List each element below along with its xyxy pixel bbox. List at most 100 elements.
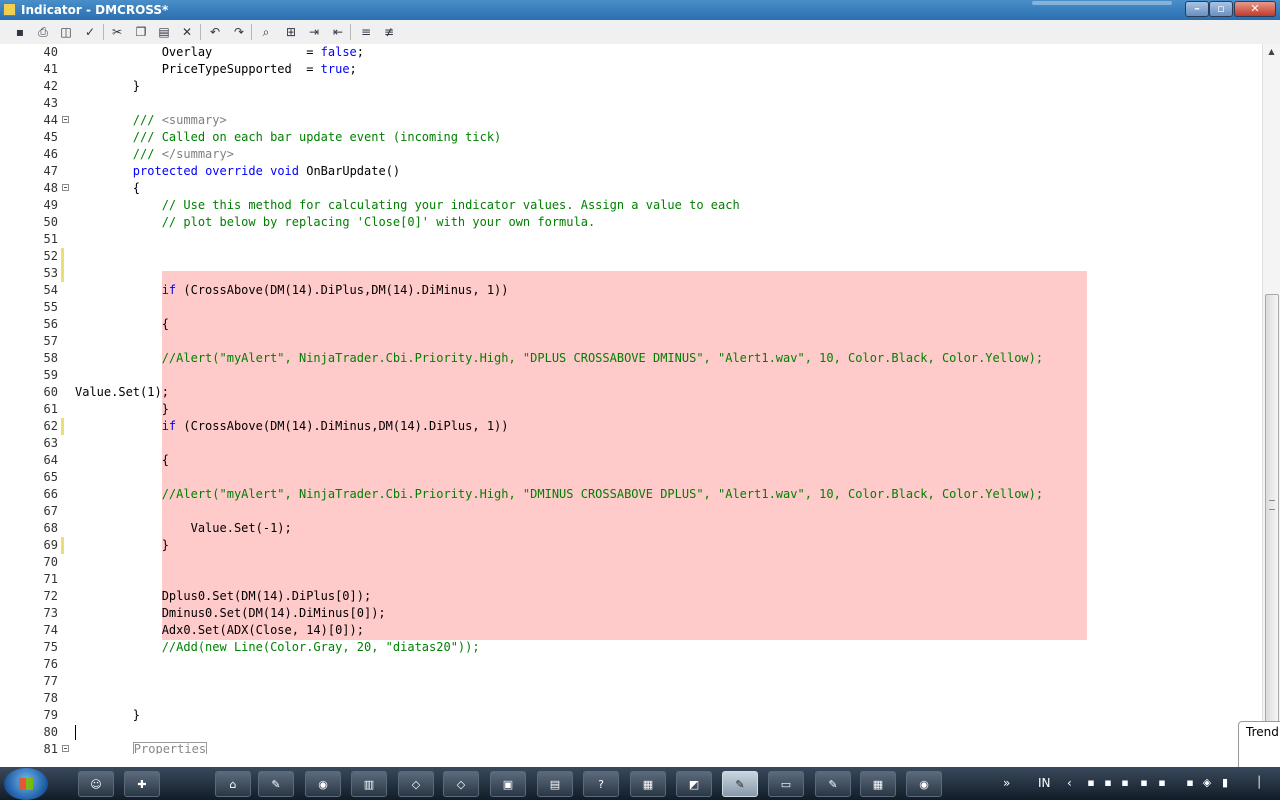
code-line[interactable]: 67 [0, 503, 1262, 520]
taskbar-item-13[interactable]: ◩ [676, 771, 712, 797]
close-button[interactable]: ✕ [1234, 1, 1276, 17]
minimize-button[interactable]: – [1185, 1, 1209, 17]
code-line[interactable]: 45 /// Called on each bar update event (… [0, 129, 1262, 146]
taskbar-item-15[interactable]: ▭ [768, 771, 804, 797]
code-line[interactable]: 55 [0, 299, 1262, 316]
taskbar-item-2[interactable]: ✚ [124, 771, 160, 797]
code-line[interactable]: 77 [0, 673, 1262, 690]
taskbar-item-3[interactable]: ⌂ [215, 771, 251, 797]
delete-icon[interactable]: ✕ [179, 24, 195, 40]
tray-icon-5[interactable]: ▪ [1155, 776, 1169, 790]
uncomment-icon[interactable]: ≢ [381, 24, 397, 40]
code-line[interactable]: 41 PriceTypeSupported = true; [0, 61, 1262, 78]
taskbar-item-16[interactable]: ✎ [815, 771, 851, 797]
code-line[interactable]: 70 [0, 554, 1262, 571]
tray-icon-1[interactable]: ▪ [1084, 776, 1098, 790]
taskbar-item-12[interactable]: ▦ [630, 771, 666, 797]
vertical-scrollbar[interactable]: ▲ ▼ [1262, 44, 1280, 754]
code-line[interactable]: 69 } [0, 537, 1262, 554]
code-line[interactable]: 81 Properties [0, 741, 1262, 754]
replace-icon[interactable]: ⊞ [283, 24, 299, 40]
comment-icon[interactable]: ≡ [358, 24, 374, 40]
code-line[interactable]: 75 //Add(new Line(Color.Gray, 20, "diata… [0, 639, 1262, 656]
taskbar-item-1[interactable]: ☺ [78, 771, 114, 797]
code-line[interactable]: 53 [0, 265, 1262, 282]
volume-icon[interactable]: ◈ [1200, 776, 1214, 790]
redo-icon[interactable]: ↷ [231, 24, 247, 40]
fold-toggle-icon[interactable] [62, 745, 69, 752]
find-icon[interactable]: ⌕ [258, 24, 274, 40]
code-line[interactable]: 44 /// <summary> [0, 112, 1262, 129]
print-icon[interactable]: ⎙ [35, 24, 51, 40]
code-line[interactable]: 64 { [0, 452, 1262, 469]
code-line[interactable]: 63 [0, 435, 1262, 452]
taskbar-item-4[interactable]: ✎ [258, 771, 294, 797]
code-line[interactable]: 76 [0, 656, 1262, 673]
tray-expand-icon[interactable]: ‹ [1067, 776, 1072, 790]
code-line[interactable]: 47 protected override void OnBarUpdate() [0, 163, 1262, 180]
undo-icon[interactable]: ↶ [207, 24, 223, 40]
code-line[interactable]: 61 } [0, 401, 1262, 418]
code-line[interactable]: 48 { [0, 180, 1262, 197]
trend-panel-tab[interactable]: Trend [1238, 721, 1280, 769]
tray-icon-3[interactable]: ▪ [1118, 776, 1132, 790]
taskbar-item-6[interactable]: ▥ [351, 771, 387, 797]
code-line[interactable]: 60 Value.Set(1); [0, 384, 1262, 401]
save-icon[interactable]: ▪ [12, 24, 28, 40]
code-line[interactable]: 72 Dplus0.Set(DM(14).DiPlus[0]); [0, 588, 1262, 605]
taskbar-item-10[interactable]: ▤ [537, 771, 573, 797]
code-line[interactable]: 74 Adx0.Set(ADX(Close, 14)[0]); [0, 622, 1262, 639]
language-indicator[interactable]: IN [1038, 776, 1051, 790]
fold-toggle-icon[interactable] [62, 184, 69, 191]
code-line[interactable]: 59 [0, 367, 1262, 384]
code-line[interactable]: 42 } [0, 78, 1262, 95]
code-line[interactable]: 40 Overlay = false; [0, 44, 1262, 61]
scroll-up-arrow-icon[interactable]: ▲ [1263, 44, 1280, 60]
code-line[interactable]: 73 Dminus0.Set(DM(14).DiMinus[0]); [0, 605, 1262, 622]
taskbar-item-17[interactable]: ▦ [860, 771, 896, 797]
taskbar-item-9[interactable]: ▣ [490, 771, 526, 797]
tray-icon-2[interactable]: ▪ [1101, 776, 1115, 790]
code-line[interactable]: 54 if (CrossAbove(DM(14).DiPlus,DM(14).D… [0, 282, 1262, 299]
taskbar-item-firefox-1[interactable]: ◉ [305, 771, 341, 797]
cut-icon[interactable]: ✂ [109, 24, 125, 40]
code-line[interactable]: 56 { [0, 316, 1262, 333]
code-line[interactable]: 68 Value.Set(-1); [0, 520, 1262, 537]
tray-icon-4[interactable]: ▪ [1137, 776, 1151, 790]
taskbar-item-indicator[interactable]: ✎ [722, 771, 758, 797]
scrollbar-thumb[interactable] [1265, 294, 1279, 726]
code-line[interactable]: 58 //Alert("myAlert", NinjaTrader.Cbi.Pr… [0, 350, 1262, 367]
start-button[interactable] [4, 768, 48, 800]
code-line[interactable]: 46 /// </summary> [0, 146, 1262, 163]
taskbar-item-7[interactable]: ◇ [398, 771, 434, 797]
print-preview-icon[interactable]: ◫ [58, 24, 74, 40]
code-line[interactable]: 51 [0, 231, 1262, 248]
outdent-icon[interactable]: ⇤ [330, 24, 346, 40]
code-line[interactable]: 49 // Use this method for calculating yo… [0, 197, 1262, 214]
taskbar-item-8[interactable]: ◇ [443, 771, 479, 797]
code-line[interactable]: 62 if (CrossAbove(DM(14).DiMinus,DM(14).… [0, 418, 1262, 435]
fold-toggle-icon[interactable] [62, 116, 69, 123]
indent-icon[interactable]: ⇥ [306, 24, 322, 40]
code-editor[interactable]: 40 Overlay = false; 41 PriceTypeSupported… [0, 44, 1262, 754]
taskbar-item-11[interactable]: ? [583, 771, 619, 797]
code-line[interactable]: 71 [0, 571, 1262, 588]
code-line[interactable]: 79 } [0, 707, 1262, 724]
code-line[interactable]: 57 [0, 333, 1262, 350]
code-line[interactable]: 50 // plot below by replacing 'Close[0]'… [0, 214, 1262, 231]
code-line[interactable]: 78 [0, 690, 1262, 707]
taskbar-item-firefox-2[interactable]: ◉ [906, 771, 942, 797]
compile-icon[interactable]: ✓ [82, 24, 98, 40]
collapsed-region[interactable]: Properties [132, 742, 208, 754]
code-line[interactable]: 43 [0, 95, 1262, 112]
paste-icon[interactable]: ▤ [156, 24, 172, 40]
battery-icon[interactable]: ▮ [1218, 776, 1232, 790]
code-line[interactable]: 52 [0, 248, 1262, 265]
network-icon[interactable]: ▪ [1183, 776, 1197, 790]
copy-icon[interactable]: ❐ [133, 24, 149, 40]
show-desktop-icon[interactable]: │ [1252, 776, 1266, 790]
code-line[interactable]: 65 [0, 469, 1262, 486]
taskbar-overflow-icon[interactable]: » [1003, 776, 1010, 790]
code-line[interactable]: 66 //Alert("myAlert", NinjaTrader.Cbi.Pr… [0, 486, 1262, 503]
maximize-button[interactable]: ▫ [1209, 1, 1233, 17]
